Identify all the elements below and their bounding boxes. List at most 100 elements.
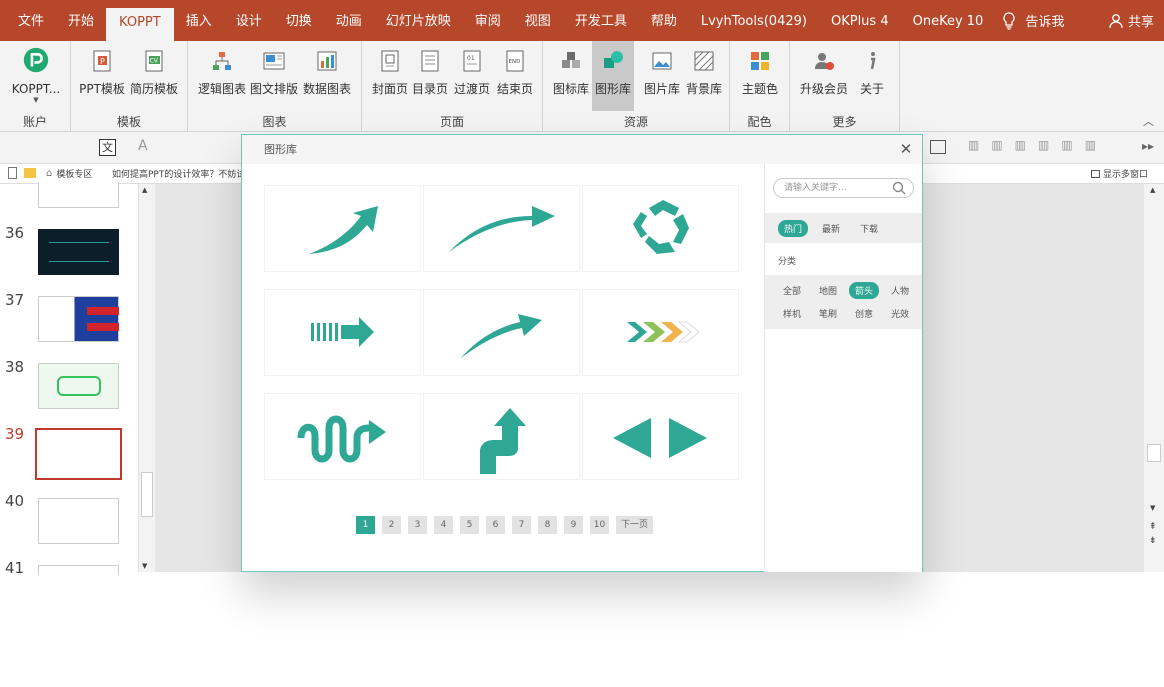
- category-light[interactable]: 光效: [885, 305, 915, 322]
- transition-page-button[interactable]: 01 过渡页: [450, 43, 494, 105]
- scroll-down-icon[interactable]: ▼: [142, 562, 147, 570]
- end-page-button[interactable]: END 结束页: [494, 43, 536, 105]
- picture-library-button[interactable]: 图片库: [641, 43, 683, 105]
- category-map[interactable]: 地图: [813, 282, 843, 299]
- tab-design[interactable]: 设计: [224, 0, 274, 41]
- editor-scrollbar[interactable]: ▲ ▼ ⇞ ⇟: [1144, 184, 1164, 572]
- page-button-7[interactable]: 7: [512, 516, 531, 534]
- slide-thumbnail-36[interactable]: [38, 229, 119, 275]
- new-file-icon[interactable]: [8, 167, 17, 179]
- tab-slideshow[interactable]: 幻灯片放映: [374, 0, 463, 41]
- next-slide-icon[interactable]: ⇟: [1149, 536, 1157, 546]
- category-people[interactable]: 人物: [885, 282, 915, 299]
- tab-lvyhtools[interactable]: LvyhTools(0429): [689, 0, 819, 41]
- shape-curved-arrow-up[interactable]: [264, 185, 421, 272]
- about-button[interactable]: 关于: [850, 43, 894, 105]
- multi-window-button[interactable]: 显示多窗口: [1090, 167, 1148, 180]
- folder-icon[interactable]: [24, 168, 36, 178]
- shape-turn-arrow[interactable]: [423, 393, 580, 480]
- tab-review[interactable]: 审阅: [463, 0, 513, 41]
- search-input[interactable]: 请输入关键字...: [773, 178, 914, 198]
- scroll-up-icon[interactable]: ▲: [1150, 186, 1155, 194]
- layout-tools-icon[interactable]: [930, 140, 946, 154]
- shape-recycle-arrows[interactable]: [582, 185, 739, 272]
- shape-wavy-arrow[interactable]: [264, 393, 421, 480]
- slide-thumbnail-37[interactable]: [38, 296, 119, 342]
- tab-developer[interactable]: 开发工具: [563, 0, 639, 41]
- image-layout-icon: [261, 48, 287, 74]
- page-button-9[interactable]: 9: [564, 516, 583, 534]
- category-creative[interactable]: 创意: [849, 305, 879, 322]
- tab-file[interactable]: 文件: [0, 0, 56, 41]
- shape-chevron-arrows[interactable]: [582, 289, 739, 376]
- share-button[interactable]: 共享: [1108, 0, 1154, 41]
- koppt-account-button[interactable]: KOPPT... ▼: [6, 43, 66, 113]
- scroll-thumb[interactable]: [141, 472, 153, 517]
- group-label-colors: 配色: [747, 115, 772, 129]
- page-button-5[interactable]: 5: [460, 516, 479, 534]
- data-chart-button[interactable]: 数据图表: [300, 43, 354, 105]
- resume-template-button[interactable]: CV 简历模板: [127, 43, 181, 105]
- sort-hot[interactable]: 热门: [778, 219, 809, 237]
- page-button-4[interactable]: 4: [434, 516, 453, 534]
- cover-page-button[interactable]: 封面页: [370, 43, 410, 105]
- tab-koppt[interactable]: KOPPT: [106, 8, 174, 41]
- toc-page-button[interactable]: 目录页: [410, 43, 450, 105]
- slide-thumbnail-35[interactable]: [38, 182, 119, 208]
- shape-rising-arrow[interactable]: [423, 289, 580, 376]
- tab-onekey[interactable]: OneKey 10: [901, 0, 996, 41]
- search-icon[interactable]: [892, 181, 906, 195]
- page-button-2[interactable]: 2: [382, 516, 401, 534]
- category-brush[interactable]: 笔刷: [813, 305, 843, 322]
- align-tools-icon[interactable]: ▥▥▥▥▥▥: [968, 138, 1118, 156]
- shape-swoosh-arrow[interactable]: [423, 185, 580, 272]
- shape-library-button[interactable]: 图形库: [592, 41, 634, 111]
- tab-insert[interactable]: 插入: [174, 0, 224, 41]
- layout-button[interactable]: 图文排版: [248, 43, 300, 105]
- tab-help[interactable]: 帮助: [639, 0, 689, 41]
- page-button-6[interactable]: 6: [486, 516, 505, 534]
- page-button-10[interactable]: 10: [590, 516, 609, 534]
- slide-thumbnail-39[interactable]: [35, 428, 122, 480]
- thumbnail-scrollbar[interactable]: ▲ ▼: [138, 184, 155, 572]
- upgrade-member-button[interactable]: 升级会员: [798, 43, 850, 105]
- background-library-button[interactable]: 背景库: [683, 43, 725, 105]
- close-icon[interactable]: ✕: [898, 141, 914, 157]
- page-button-1[interactable]: 1: [356, 516, 375, 534]
- shape-double-arrow[interactable]: [582, 393, 739, 480]
- page-button-3[interactable]: 3: [408, 516, 427, 534]
- tell-me-box[interactable]: 告诉我: [1001, 11, 1064, 30]
- text-format-icon[interactable]: 文: [99, 139, 116, 156]
- scroll-up-icon[interactable]: ▲: [142, 186, 147, 194]
- tab-okplus[interactable]: OKPlus 4: [819, 0, 901, 41]
- page-button-8[interactable]: 8: [538, 516, 557, 534]
- category-all[interactable]: 全部: [777, 282, 807, 299]
- category-arrow[interactable]: 箭头: [849, 282, 880, 299]
- slide-thumbnail-41[interactable]: [38, 565, 119, 575]
- font-color-icon[interactable]: A: [138, 138, 148, 154]
- tab-view[interactable]: 视图: [513, 0, 563, 41]
- document-tab[interactable]: 如何提高PPT的设计效率？不妨试: [109, 167, 241, 180]
- next-page-button[interactable]: 下一页: [616, 516, 653, 534]
- ppt-template-button[interactable]: P PPT模板: [77, 43, 127, 105]
- category-mockup[interactable]: 样机: [777, 305, 807, 322]
- scroll-down-icon[interactable]: ▼: [1150, 504, 1155, 512]
- slide-thumbnail-38[interactable]: [38, 363, 119, 409]
- more-tools-icon[interactable]: ▸▸: [1142, 139, 1154, 153]
- group-pages: 封面页 目录页 01 过渡页 END 结束页 页面: [362, 41, 543, 132]
- tab-transitions[interactable]: 切换: [274, 0, 324, 41]
- shape-striped-arrow[interactable]: [264, 289, 421, 376]
- end-page-label: 结束页: [496, 82, 533, 96]
- icon-library-button[interactable]: 图标库: [551, 43, 591, 105]
- home-tab[interactable]: ⌂ 模板专区: [46, 167, 92, 180]
- logic-chart-button[interactable]: 逻辑图表: [196, 43, 248, 105]
- slide-thumbnail-40[interactable]: [38, 498, 119, 544]
- sort-latest[interactable]: 最新: [816, 220, 846, 237]
- tab-animations[interactable]: 动画: [324, 0, 374, 41]
- previous-slide-icon[interactable]: ⇞: [1149, 522, 1157, 532]
- scroll-thumb[interactable]: [1147, 444, 1161, 462]
- collapse-ribbon-icon[interactable]: ︿: [1143, 113, 1154, 129]
- tab-home[interactable]: 开始: [56, 0, 106, 41]
- theme-color-button[interactable]: 主题色: [738, 43, 782, 105]
- sort-downloads[interactable]: 下载: [854, 220, 884, 237]
